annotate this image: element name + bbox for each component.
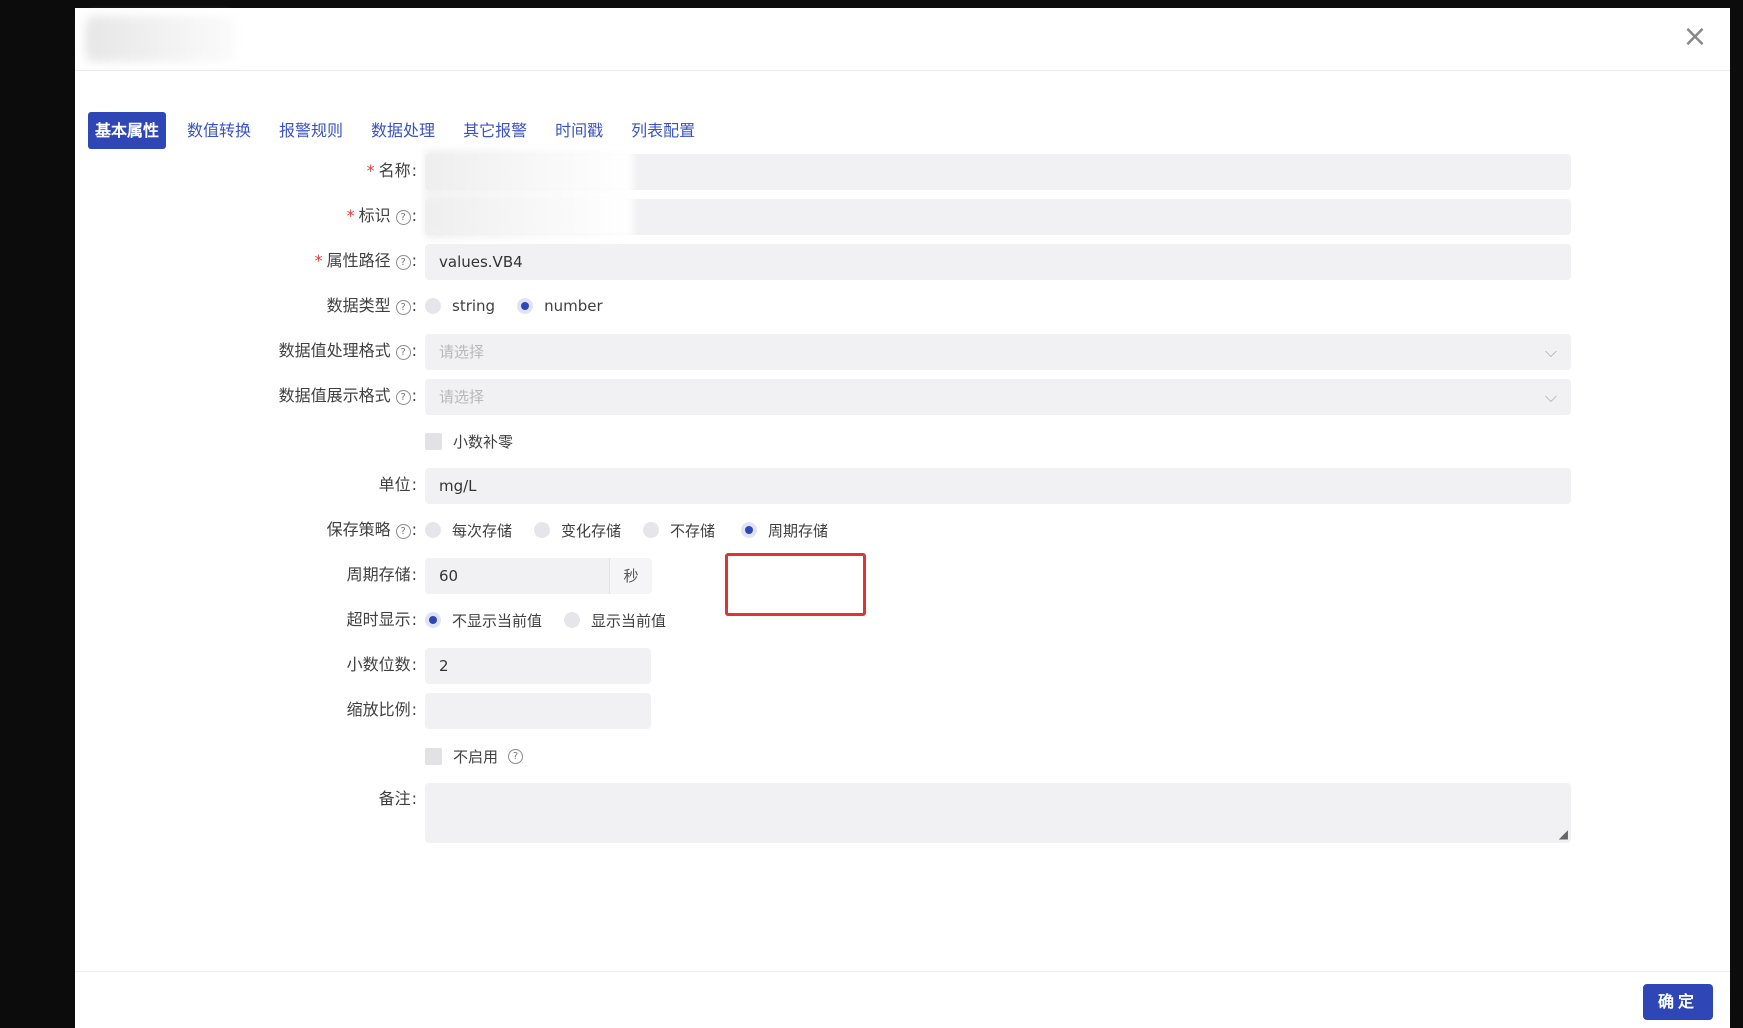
save-periodic-radio[interactable]: 周期存储 (741, 520, 828, 541)
show-current-value-radio[interactable]: 显示当前值 (564, 610, 666, 631)
decimal-places-label: 小数位数: (346, 655, 417, 674)
resize-handle-icon[interactable]: ◢ (1559, 827, 1568, 841)
save-strategy-label: 保存策略?: (326, 520, 417, 539)
decimal-places-input[interactable]: 2 (425, 648, 651, 684)
scale-ratio-input[interactable] (425, 693, 651, 729)
remark-textarea[interactable]: ◢ (425, 783, 1571, 843)
disable-checkbox[interactable]: 不启用? (425, 744, 524, 768)
dialog-title-blurred (85, 16, 235, 62)
tab-list-config[interactable]: 列表配置 (624, 112, 702, 149)
value-process-format-select[interactable]: 请选择 ⌵ (425, 334, 1571, 370)
timeout-display-radio-group: 不显示当前值 显示当前值 (425, 608, 688, 632)
question-circle-icon[interactable]: ? (395, 524, 411, 539)
dialog-header: × (75, 8, 1730, 71)
timeout-display-label: 超时显示: (346, 610, 417, 629)
unit-input[interactable]: mg/L (425, 468, 1571, 504)
save-every-radio[interactable]: 每次存储 (425, 520, 512, 541)
question-circle-icon[interactable]: ? (395, 390, 411, 405)
name-label: * 名称: (366, 161, 417, 180)
chevron-down-icon: ⌵ (1544, 342, 1557, 361)
save-strategy-radio-group: 每次存储 变化存储 不存储 周期存储 (425, 518, 850, 542)
identifier-value-blurred (425, 194, 633, 238)
tab-value-conversion[interactable]: 数值转换 (180, 112, 258, 149)
close-icon[interactable]: × (1680, 22, 1710, 52)
required-mark: * (346, 206, 355, 225)
save-none-radio[interactable]: 不存储 (643, 520, 715, 541)
unit-label: 单位: (378, 475, 417, 494)
question-circle-icon[interactable]: ? (395, 345, 411, 360)
tab-timestamp[interactable]: 时间戳 (548, 112, 610, 149)
question-circle-icon[interactable]: ? (395, 300, 411, 315)
data-type-string-radio[interactable]: string (425, 297, 495, 315)
required-mark: * (314, 251, 323, 270)
question-circle-icon[interactable]: ? (395, 255, 411, 270)
name-value-blurred (425, 150, 633, 194)
value-display-format-select[interactable]: 请选择 ⌵ (425, 379, 1571, 415)
hide-current-value-radio[interactable]: 不显示当前值 (425, 610, 542, 631)
dialog-footer-divider (75, 971, 1730, 972)
data-type-label: 数据类型?: (326, 296, 417, 315)
tab-alarm-rules[interactable]: 报警规则 (272, 112, 350, 149)
period-unit-suffix: 秒 (609, 558, 652, 594)
attr-path-label: * 属性路径?: (314, 251, 417, 270)
confirm-button[interactable]: 确定 (1643, 984, 1713, 1020)
value-display-format-label: 数据值展示格式?: (278, 386, 417, 405)
data-type-number-radio[interactable]: number (517, 297, 603, 315)
question-circle-icon[interactable]: ? (395, 210, 411, 225)
highlight-annotation (725, 553, 866, 616)
data-type-radio-group: string number (425, 294, 625, 318)
remark-label: 备注: (378, 789, 417, 808)
tab-bar: 基本属性 数值转换 报警规则 数据处理 其它报警 时间戳 列表配置 (88, 112, 716, 149)
save-on-change-radio[interactable]: 变化存储 (534, 520, 621, 541)
scale-ratio-label: 缩放比例: (346, 700, 417, 719)
attr-path-input[interactable]: values.VB4 (425, 244, 1571, 280)
question-circle-icon[interactable]: ? (508, 748, 524, 764)
required-mark: * (366, 161, 375, 180)
value-process-format-label: 数据值处理格式?: (278, 341, 417, 360)
tab-data-processing[interactable]: 数据处理 (364, 112, 442, 149)
decimal-pad-checkbox[interactable]: 小数补零 (425, 429, 513, 453)
attribute-dialog: × 基本属性 数值转换 报警规则 数据处理 其它报警 时间戳 列表配置 * 名称:… (75, 8, 1730, 1028)
identifier-label: * 标识?: (346, 206, 417, 225)
chevron-down-icon: ⌵ (1544, 387, 1557, 406)
period-storage-label: 周期存储: (346, 565, 417, 584)
tab-other-alarms[interactable]: 其它报警 (456, 112, 534, 149)
tab-basic-attributes[interactable]: 基本属性 (88, 112, 167, 149)
